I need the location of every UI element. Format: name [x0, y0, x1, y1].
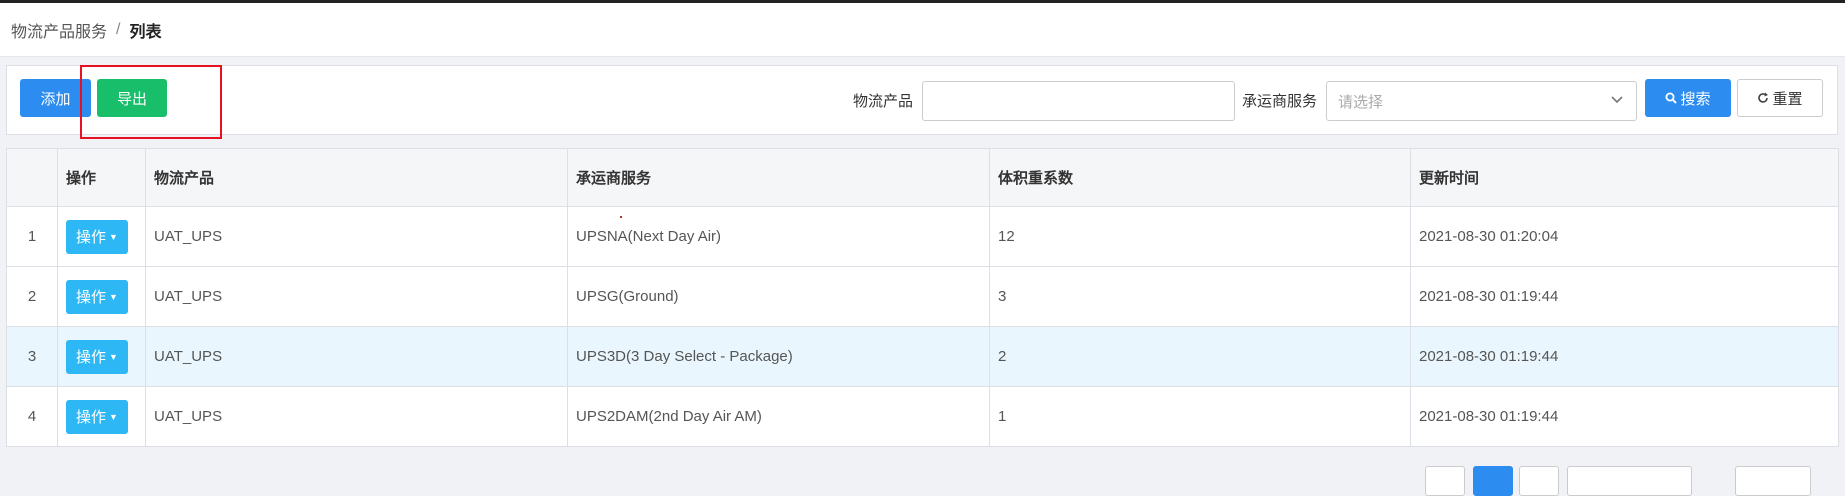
- row-product: UAT_UPS: [145, 386, 568, 447]
- caret-down-icon: ▼: [109, 291, 118, 302]
- stray-dot: [620, 216, 622, 218]
- row-action-dropdown[interactable]: 操作 ▼: [66, 339, 128, 374]
- row-index: 1: [6, 206, 58, 267]
- row-updated: 2021-08-30 01:20:04: [1410, 206, 1839, 267]
- reset-button-label: 重置: [1772, 90, 1803, 108]
- row-actions-cell: 操作 ▼: [57, 266, 146, 327]
- table-row: 2 操作 ▼ UAT_UPS UPSG(Ground) 3 2021-08-30 …: [6, 266, 1839, 327]
- caret-down-icon: ▼: [109, 231, 118, 242]
- row-actions-cell: 操作 ▼: [57, 386, 146, 447]
- row-coefficient: 2: [989, 326, 1411, 387]
- caret-down-icon: ▼: [109, 411, 118, 422]
- breadcrumb: 物流产品服务 / 列表: [0, 3, 1845, 57]
- export-button[interactable]: 导出: [97, 79, 167, 117]
- row-product: UAT_UPS: [145, 326, 568, 387]
- row-service: UPSG(Ground): [567, 266, 990, 327]
- header-service: 承运商服务: [567, 148, 990, 207]
- row-action-label: 操作: [76, 349, 107, 366]
- row-product: UAT_UPS: [145, 206, 568, 267]
- row-action-label: 操作: [76, 289, 107, 306]
- row-action-label: 操作: [76, 229, 107, 246]
- add-button[interactable]: 添加: [20, 79, 91, 117]
- row-product: UAT_UPS: [145, 266, 568, 327]
- search-button-label: 搜索: [1680, 90, 1711, 108]
- table-row: 3 操作 ▼ UAT_UPS UPS3D(3 Day Select - Packa…: [6, 326, 1839, 387]
- product-filter-label: 物流产品: [853, 93, 914, 110]
- pagination-page-1[interactable]: [1473, 466, 1513, 496]
- breadcrumb-current: 列表: [129, 23, 162, 41]
- row-actions-cell: 操作 ▼: [57, 326, 146, 387]
- row-action-label: 操作: [76, 409, 107, 426]
- row-action-dropdown[interactable]: 操作 ▼: [66, 399, 128, 434]
- header-product: 物流产品: [145, 148, 568, 207]
- row-index: 4: [6, 386, 58, 447]
- header-index: [6, 148, 58, 207]
- row-service: UPS3D(3 Day Select - Package): [567, 326, 990, 387]
- pagination-prev-button[interactable]: [1425, 466, 1465, 496]
- chevron-down-icon: [1611, 96, 1623, 104]
- row-index: 2: [6, 266, 58, 327]
- refresh-icon: [1758, 92, 1769, 103]
- row-service: UPSNA(Next Day Air): [567, 206, 990, 267]
- row-coefficient: 1: [989, 386, 1411, 447]
- header-updated: 更新时间: [1410, 148, 1839, 207]
- row-coefficient: 12: [989, 206, 1411, 267]
- pagination-jump-input[interactable]: [1735, 466, 1811, 496]
- reset-button[interactable]: 重置: [1737, 79, 1823, 117]
- service-filter-label: 承运商服务: [1242, 93, 1318, 110]
- filter-toolbar: 添加 导出 物流产品 承运商服务 请选择 搜索 重置: [6, 65, 1838, 135]
- row-updated: 2021-08-30 01:19:44: [1410, 326, 1839, 387]
- product-filter-input[interactable]: [922, 81, 1235, 121]
- row-updated: 2021-08-30 01:19:44: [1410, 386, 1839, 447]
- search-icon: [1665, 92, 1678, 104]
- search-button[interactable]: 搜索: [1645, 79, 1731, 117]
- pagination-next-button[interactable]: [1519, 466, 1559, 496]
- header-actions: 操作: [57, 148, 146, 207]
- table-row: 1 操作 ▼ UAT_UPS UPSNA(Next Day Air) 12 202…: [6, 206, 1839, 267]
- caret-down-icon: ▼: [109, 351, 118, 362]
- row-index: 3: [6, 326, 58, 387]
- row-action-dropdown[interactable]: 操作 ▼: [66, 219, 128, 254]
- table-row: 4 操作 ▼ UAT_UPS UPS2DAM(2nd Day Air AM) 1 …: [6, 386, 1839, 447]
- service-select-placeholder: 请选择: [1338, 93, 1384, 111]
- breadcrumb-separator: /: [116, 20, 121, 38]
- service-filter-select[interactable]: 请选择: [1326, 81, 1637, 121]
- pagination-page-size-select[interactable]: [1567, 466, 1692, 496]
- row-service: UPS2DAM(2nd Day Air AM): [567, 386, 990, 447]
- header-coefficient: 体积重系数: [989, 148, 1411, 207]
- row-coefficient: 3: [989, 266, 1411, 327]
- table-header-row: 操作 物流产品 承运商服务 体积重系数 更新时间: [6, 148, 1839, 207]
- breadcrumb-parent[interactable]: 物流产品服务: [11, 18, 107, 42]
- product-service-table: 操作 物流产品 承运商服务 体积重系数 更新时间 1 操作 ▼ UAT_UPS U…: [6, 148, 1839, 447]
- row-action-dropdown[interactable]: 操作 ▼: [66, 279, 128, 314]
- row-actions-cell: 操作 ▼: [57, 206, 146, 267]
- row-updated: 2021-08-30 01:19:44: [1410, 266, 1839, 327]
